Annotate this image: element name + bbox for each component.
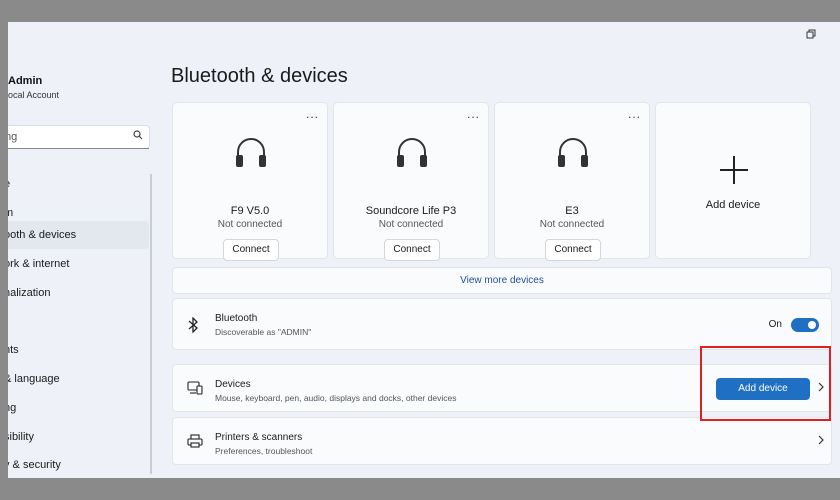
printer-icon [187,434,203,451]
sidebar-scrollbar[interactable] [150,174,152,474]
device-name: Soundcore Life P3 [365,205,457,217]
view-more-devices-link[interactable]: View more devices [172,267,832,294]
devices-title: Devices [215,379,251,390]
device-name: E3 [565,205,579,217]
bluetooth-row: Bluetooth Discoverable as "ADMIN" On [172,298,832,350]
devices-subtitle: Mouse, keyboard, pen, audio, displays an… [215,393,457,403]
more-options-icon[interactable]: ... [467,107,480,121]
page-title: Bluetooth & devices [171,65,348,87]
sidebar-item-bluetooth-devices[interactable]: ooth & devices [8,221,149,249]
highlight-box [700,346,831,421]
sidebar-item-network[interactable]: ork & internet [8,250,149,278]
search-input[interactable]: ng [8,125,150,149]
device-card[interactable]: ... E3 Not connected Connect [494,102,650,261]
sidebar-item-apps[interactable] [8,308,149,336]
chevron-right-icon[interactable] [818,434,824,448]
device-status: Not connected [539,219,605,230]
account-type: ocal Account [8,90,60,100]
search-placeholder: ng [8,131,18,143]
device-card[interactable]: ... F9 V5.0 Not connected Connect [172,102,328,261]
bluetooth-toggle[interactable] [791,318,819,332]
restore-icon[interactable] [806,28,816,42]
headphones-icon [394,135,430,176]
headphones-icon [555,135,591,176]
sidebar-item-time-language[interactable]: & language [8,365,149,393]
sidebar-item-home[interactable]: e [8,170,149,198]
search-underline [8,148,149,149]
bluetooth-subtitle: Discoverable as "ADMIN" [215,327,312,337]
sidebar-item-accessibility[interactable]: sibility [8,423,149,451]
sidebar-item-gaming[interactable]: ng [8,394,149,422]
connect-button[interactable]: Connect [545,239,601,261]
toggle-state-label: On [768,319,782,330]
more-options-icon[interactable]: ... [628,107,641,121]
toggle-knob [808,321,816,329]
bluetooth-title: Bluetooth [215,313,258,324]
devices-icon [187,381,203,398]
search-icon[interactable] [133,130,143,143]
headphones-icon [233,135,269,176]
device-status: Not connected [217,219,283,230]
sidebar-item-privacy-security[interactable]: y & security [8,451,149,478]
connect-button[interactable]: Connect [384,239,440,261]
printers-subtitle: Preferences, troubleshoot [215,446,313,456]
device-status: Not connected [378,219,444,230]
add-device-label: Add device [705,199,761,211]
printers-title: Printers & scanners [215,432,303,443]
connect-button[interactable]: Connect [223,239,279,261]
device-card[interactable]: ... Soundcore Life P3 Not connected Conn… [333,102,489,261]
user-profile: Admin ocal Account [8,74,59,102]
printers-row[interactable]: Printers & scanners Preferences, trouble… [172,417,832,465]
sidebar-item-accounts[interactable]: nts [8,336,149,364]
bluetooth-icon [187,316,199,336]
plus-icon [718,151,750,196]
sidebar-item-personalization[interactable]: nalization [8,279,149,307]
add-device-card[interactable]: Add device [655,102,811,259]
device-name: F9 V5.0 [230,205,270,217]
more-options-icon[interactable]: ... [306,107,319,121]
user-name: Admin [8,75,43,87]
